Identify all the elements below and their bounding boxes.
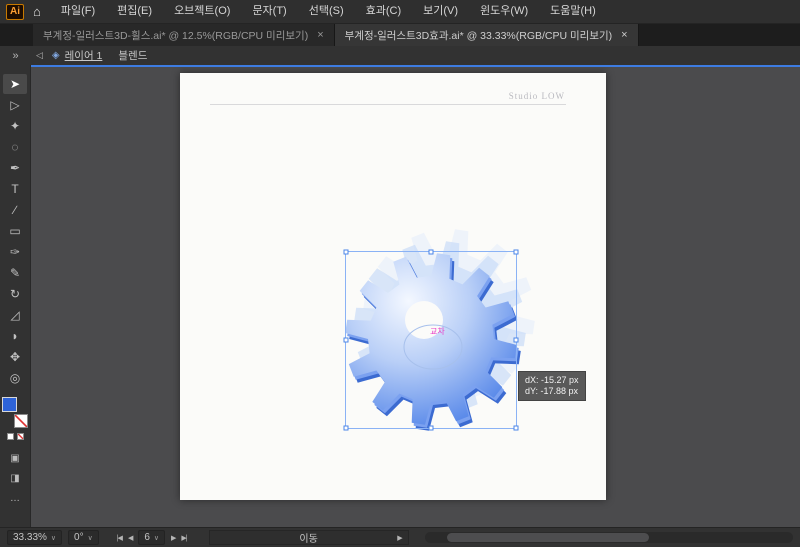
scale-tool[interactable]: ◿ — [3, 305, 27, 325]
selection-box[interactable] — [343, 249, 519, 431]
line-segment-tool[interactable]: ∕ — [3, 200, 27, 220]
pencil-tool[interactable]: ✎ — [3, 263, 27, 283]
tab-title: 부계정-일러스트3D-휠스.ai* @ 12.5%(RGB/CPU 미리보기) — [43, 29, 309, 42]
status-popup-arrow-icon[interactable]: ▶ — [397, 534, 402, 542]
artboard-number-select[interactable]: 6 ∨ — [138, 530, 166, 545]
color-swatch-mini[interactable] — [6, 433, 14, 440]
selection-handle[interactable] — [513, 425, 519, 431]
rectangle-tool[interactable]: ▭ — [3, 221, 27, 241]
draw-normal-mode-icon[interactable]: ▣ — [4, 451, 26, 467]
selection-tool[interactable]: ➤ — [3, 74, 27, 94]
canvas-area[interactable]: Studio LOW 교차 dX: -15.27 px dY: -17.88 p… — [31, 65, 800, 527]
zoom-select[interactable]: 33.33% ∨ — [7, 530, 63, 545]
menu-item-7[interactable]: 윈도우(W) — [469, 0, 539, 23]
menu-item-3[interactable]: 문자(T) — [241, 0, 297, 23]
toolbar-expand-icon[interactable]: » — [0, 50, 31, 62]
status-bar: 33.33% ∨ 0° ∨ |◀ ◀ 6 ∨ ▶ ▶| 이동 ▶ — [0, 527, 800, 547]
zoom-tool[interactable]: ◎ — [3, 368, 27, 388]
selected-object-label: 블렌드 — [118, 50, 148, 62]
menu-item-4[interactable]: 선택(S) — [298, 0, 355, 23]
last-artboard-button[interactable]: ▶| — [181, 534, 187, 542]
menu-item-2[interactable]: 오브젝트(O) — [163, 0, 241, 23]
artboard-navigation: |◀ ◀ 6 ∨ ▶ ▶| — [117, 530, 188, 545]
selection-handle[interactable] — [428, 249, 434, 255]
hand-tool[interactable]: ✥ — [3, 347, 27, 367]
eyedropper-tool[interactable]: ◗ — [3, 326, 27, 346]
app-logo-icon[interactable]: Ai — [6, 3, 24, 20]
status-display[interactable]: 이동 ▶ — [208, 530, 409, 545]
rotation-value: 0° — [74, 532, 84, 543]
zoom-value: 33.33% — [13, 532, 47, 543]
direct-selection-tool[interactable]: ▷ — [3, 95, 27, 115]
home-icon[interactable]: ⌂ — [33, 4, 41, 19]
lasso-tool[interactable]: ◌ — [3, 137, 27, 157]
layer-link[interactable]: 레이어 1 — [65, 48, 103, 63]
selection-handle[interactable] — [513, 249, 519, 255]
document-tabbar: 부계정-일러스트3D-휠스.ai* @ 12.5%(RGB/CPU 미리보기) … — [0, 24, 800, 46]
document-tab-1[interactable]: 부계정-일러스트3D-휠스.ai* @ 12.5%(RGB/CPU 미리보기) … — [33, 24, 335, 46]
fill-swatch[interactable] — [2, 397, 17, 412]
mini-swatches — [6, 433, 24, 440]
chevron-down-icon: ∨ — [87, 534, 93, 542]
document-tab-2-active[interactable]: 부계정-일러스트3D효과.ai* @ 33.33%(RGB/CPU 미리보기) … — [334, 24, 639, 46]
first-artboard-button[interactable]: |◀ — [117, 534, 123, 542]
pen-tool[interactable]: ✒ — [3, 158, 27, 178]
toolbar-tools: ➤ ▷ ✦ ◌ ✒ T ∕ ▭ ✑ ✎ ↻ ◿ ◗ ✥ ◎ — [3, 74, 27, 388]
horizontal-scrollbar[interactable] — [424, 532, 793, 543]
fill-stroke-widget — [2, 397, 28, 428]
transform-tooltip: dX: -15.27 px dY: -17.88 px — [518, 371, 586, 401]
menu-item-0[interactable]: 파일(F) — [50, 0, 106, 23]
tools-panel: ➤ ▷ ✦ ◌ ✒ T ∕ ▭ ✑ ✎ ↻ ◿ ◗ ✥ ◎ ▣ ◨ … — [0, 65, 31, 527]
menu-item-6[interactable]: 보기(V) — [412, 0, 469, 23]
stroke-none-swatch[interactable] — [14, 414, 28, 428]
type-tool[interactable]: T — [3, 179, 27, 199]
chevron-down-icon: ∨ — [50, 534, 57, 542]
edit-toolbar-icon[interactable]: … — [4, 491, 26, 507]
tooltip-dx: dX: -15.27 px — [525, 375, 579, 385]
paintbrush-tool[interactable]: ✑ — [3, 242, 27, 262]
artboard-number: 6 — [144, 532, 150, 543]
status-tool-label: 이동 — [299, 534, 318, 545]
close-icon[interactable]: × — [317, 29, 323, 41]
back-arrow-icon[interactable]: ◁ — [36, 50, 43, 61]
selection-handle[interactable] — [513, 337, 519, 343]
previous-artboard-button[interactable]: ◀ — [128, 534, 133, 542]
none-swatch-mini[interactable] — [16, 433, 24, 440]
screen-mode-icon[interactable]: ◨ — [4, 471, 26, 487]
menubar: Ai ⌂ 파일(F) 편집(E) 오브젝트(O) 문자(T) 선택(S) 효과(C) 보기(… — [0, 0, 800, 24]
control-bar: » ◁ ◈ 레이어 1 블렌드 — [0, 46, 800, 65]
rotation-select[interactable]: 0° ∨ — [68, 530, 99, 545]
selection-handle[interactable] — [343, 337, 349, 343]
selection-handle[interactable] — [343, 425, 349, 431]
layers-icon: ◈ — [51, 50, 60, 61]
scrollbar-thumb[interactable] — [446, 533, 650, 542]
close-icon[interactable]: × — [621, 29, 627, 41]
rotate-tool[interactable]: ↻ — [3, 284, 27, 304]
tab-title: 부계정-일러스트3D효과.ai* @ 33.33%(RGB/CPU 미리보기) — [344, 29, 613, 42]
next-artboard-button[interactable]: ▶ — [171, 534, 176, 542]
menu-item-8[interactable]: 도움말(H) — [539, 0, 607, 23]
tooltip-dy: dY: -17.88 px — [525, 386, 579, 396]
magic-wand-tool[interactable]: ✦ — [3, 116, 27, 136]
selection-handle[interactable] — [343, 249, 349, 255]
menu-item-5[interactable]: 효과(C) — [355, 0, 413, 23]
menu-item-1[interactable]: 편집(E) — [106, 0, 163, 23]
toolbar-modes: ▣ ◨ … — [4, 451, 26, 507]
selection-handle[interactable] — [428, 425, 434, 431]
menubar-items: 파일(F) 편집(E) 오브젝트(O) 문자(T) 선택(S) 효과(C) 보기(V) 윈도우… — [50, 0, 607, 23]
chevron-down-icon: ∨ — [153, 534, 160, 542]
